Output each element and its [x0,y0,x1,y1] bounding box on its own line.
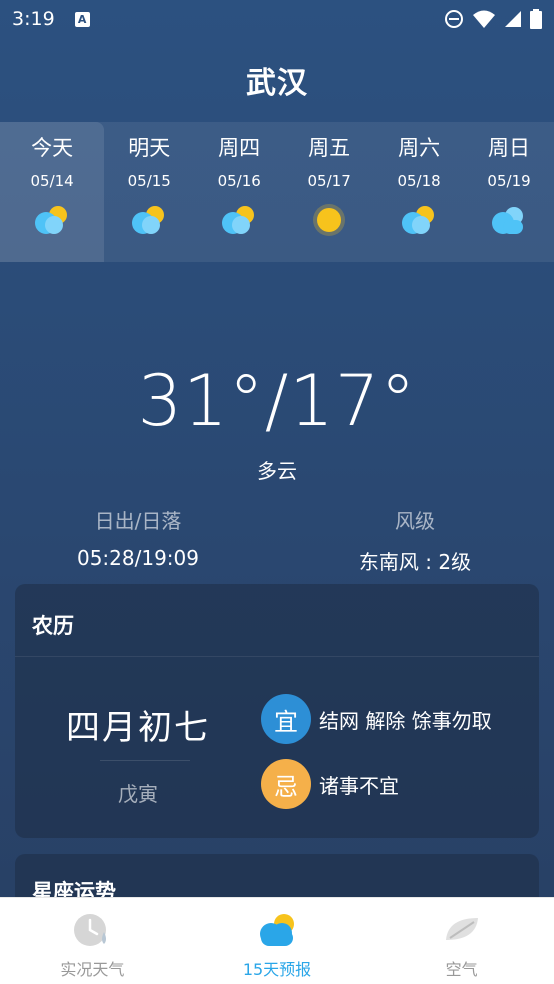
lunar-card-title: 农历 [32,614,74,638]
nav-15-day-forecast[interactable]: 15天预报 [185,898,370,984]
lunar-calendar-card: 农历 四月初七 戊寅 宜 结网 解除 馀事勿取 忌 诸事不宜 [15,584,539,838]
sunrise-sunset-block: 日出/日落 05:28/19:09 [23,505,253,570]
wind-block: 风级 东南风 : 2级 [300,505,530,575]
forecast-strip: 今天 05/14 明天 05/15 周四 05/16 周五 05/17 周六 0… [0,122,554,262]
day-name: 周日 [488,136,531,160]
sunny-icon [313,204,346,236]
forecast-day-today[interactable]: 今天 05/14 [0,122,105,262]
day-name: 明天 [128,136,171,160]
day-date: 05/17 [307,172,351,190]
nav-air-quality[interactable]: 空气 [369,898,554,984]
ji-row: 忌 诸事不宜 [261,759,399,809]
status-time: 3:19 [12,8,55,30]
cloudy-icon [492,207,524,234]
signal-icon [505,11,521,27]
ji-text: 诸事不宜 [319,773,399,798]
day-date: 05/15 [127,172,171,190]
day-date: 05/18 [397,172,441,190]
weather-condition: 多云 [257,459,297,483]
divider [15,656,539,657]
city-title: 武汉 [246,66,308,101]
forecast-day-friday[interactable]: 周五 05/17 [284,122,374,262]
cloud-sun-icon [260,914,294,946]
battery-icon [530,9,542,29]
bottom-nav: 实况天气 15天预报 空气 [0,897,554,984]
day-date: 05/19 [487,172,531,190]
wind-label: 风级 [395,509,435,533]
day-date: 05/16 [217,172,261,190]
app-notification-icon: A [74,11,90,27]
forecast-day-saturday[interactable]: 周六 05/18 [374,122,464,262]
day-date: 05/14 [30,172,74,190]
nav-label: 实况天气 [60,960,125,979]
leaf-icon [445,918,478,940]
wifi-icon [473,10,495,28]
clock-rain-icon [74,914,107,946]
status-bar: 3:19 A [0,0,554,38]
temperature-range: 31°/17° [137,360,417,442]
day-name: 周六 [398,136,441,160]
sunrise-sunset-value: 05:28/19:09 [76,546,199,570]
day-name: 今天 [31,136,74,160]
lunar-ganzhi: 戊寅 [118,782,158,806]
lunar-date: 四月初七 [66,708,210,748]
dnd-icon [445,10,463,28]
partly-cloudy-icon [222,206,255,234]
partly-cloudy-icon [132,206,165,234]
yi-badge: 宜 [261,694,311,744]
forecast-day-thursday[interactable]: 周四 05/16 [194,122,284,262]
partly-cloudy-icon [35,206,68,234]
forecast-day-tomorrow[interactable]: 明天 05/15 [104,122,194,262]
yi-row: 宜 结网 解除 馀事勿取 [261,694,492,744]
forecast-day-sunday[interactable]: 周日 05/19 [464,122,554,262]
day-name: 周五 [308,136,351,160]
yi-text: 结网 解除 馀事勿取 [319,708,492,733]
wind-value: 东南风 : 2级 [358,550,472,574]
ji-badge: 忌 [261,759,311,809]
sunrise-sunset-label: 日出/日落 [94,509,182,533]
day-name: 周四 [218,136,261,160]
divider [100,760,190,761]
partly-cloudy-icon [402,206,435,234]
nav-label: 空气 [445,960,478,979]
nav-label: 15天预报 [242,960,312,979]
nav-live-weather[interactable]: 实况天气 [0,898,185,984]
